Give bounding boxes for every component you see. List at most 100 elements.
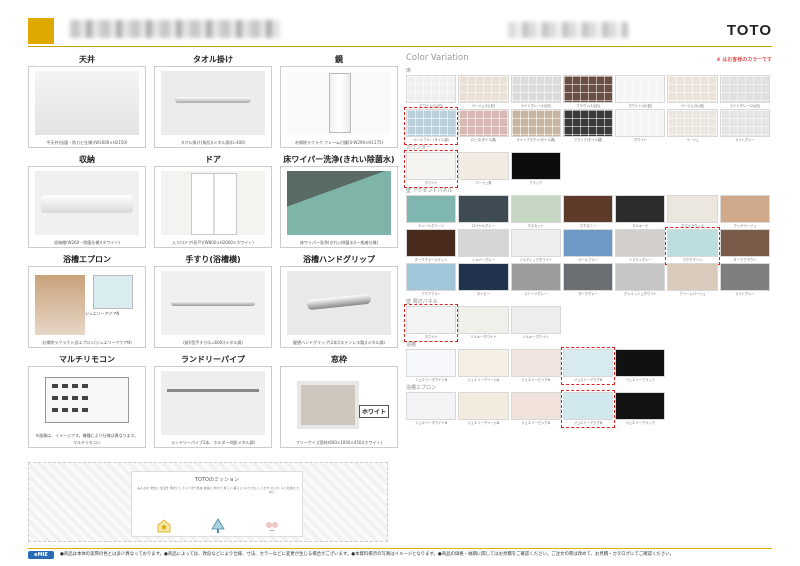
color-swatch: ホワイトウッド (667, 195, 718, 229)
product-title: 浴槽エプロン (63, 255, 111, 264)
color-swatch: ミルキーホワイト (458, 306, 509, 340)
color-variation-panel: Color Variation ※ はお客様のカラーです 床ホワイト(1)(旧)… (403, 50, 772, 428)
swatch-color (458, 263, 509, 291)
color-swatch: ホワイト(1)(旧) (406, 75, 457, 109)
product-title: マルチリモコン (59, 355, 115, 364)
product-title: 天井 (79, 55, 95, 64)
swatch-color (510, 392, 561, 420)
color-swatch: ホワイト (615, 109, 666, 143)
swatch-row: ジュエリーホワイトN ジュエリークリームN ジュエリーピンクN ジュエリーアクアN ジュ… (406, 390, 772, 428)
swatch-name: ジュエリーアクアN (573, 378, 603, 382)
product-photo (161, 71, 265, 135)
product-card: 窓枠 ホワイト フリーサイズ窓枠(600×1000×450)(ホワイト) (280, 354, 398, 450)
product-caption: 入り口ドア(折戸)(W800×H2000×ホワイト) (172, 240, 254, 245)
swatch-color (667, 109, 718, 137)
color-swatch: ベージュ系 (458, 152, 509, 186)
color-swatch: ライトブラウン(タイル調) (510, 109, 561, 143)
color-swatch: ホワイト (403, 304, 459, 342)
swatch-color (615, 263, 666, 291)
swatch-name: ジュエリーアクアN (573, 421, 603, 425)
footer-disclaimer: ●商品は本体の実際の色とは多少異なっております。●商品によっては、改良などにより… (60, 552, 674, 557)
mission-card: TOTOのミッション みんなの 文化に 生活を 豊かにしていく まだ見ぬ 快適に… (131, 471, 303, 537)
product-caption: マルチリモコン (73, 440, 101, 445)
product-note: ※画像は、イメージです。機種により仕様は異なります。 (35, 433, 139, 438)
swatch-color (719, 109, 771, 137)
product-card: 収納 収納棚(W260・除菌仕様)(ホワイト) (28, 154, 146, 250)
product-image-frame: 入り口ドア(折戸)(W800×H2000×ホワイト) (154, 166, 272, 248)
blurred-title (70, 20, 280, 38)
product-photo (35, 71, 139, 135)
product-caption: 握望ハンドグリップ(2本)(ステンレス製)(メタル調) (293, 340, 385, 345)
product-caption: 収納棚(W260・除菌仕様)(ホワイト) (54, 240, 120, 245)
swatch-name: ジュエリーピンクN (521, 378, 551, 382)
color-swatch: クリームベージュ (667, 263, 718, 297)
mission-title: TOTOのミッション (195, 477, 239, 483)
brand-accent-square (28, 18, 54, 44)
product-card: 天井平天井(抗菌・防カビ仕様)(W1600×H2150) (28, 54, 146, 150)
product-card: 浴槽ハンドグリップ 握望ハンドグリップ(2本)(ステンレス製)(メタル調) (280, 254, 398, 350)
swatch-color (615, 392, 666, 420)
product-caption: 平天井(抗菌・防カビ仕様)(W1600×H2150) (46, 140, 128, 145)
swatch-color (458, 152, 509, 180)
page-footer: eMIE ●商品は本体の実際の色とは多少異なっております。●商品によっては、改良… (28, 548, 772, 560)
swatch-name: ローズ(タイル調) (470, 138, 497, 142)
swatch-name: ジュエリーホワイトN (415, 421, 448, 425)
product-title: ドア (205, 155, 221, 164)
product-title: 鏡 (335, 55, 343, 64)
product-card: 鏡お掃除ラクラク フレーム付鏡(S-W290×H1175) (280, 54, 398, 150)
color-section-label: 床 (406, 68, 412, 74)
color-swatch: ブラウン(1)(旧) (562, 75, 614, 109)
product-title: ランドリーパイプ (181, 355, 245, 364)
color-swatch: ジュエリーアクアN (560, 347, 616, 385)
swatch-color (510, 263, 561, 291)
swatch-color (615, 229, 666, 257)
color-swatch: ジュエリーブラック (615, 392, 666, 426)
mission-text: みんなの 文化に 生活を 豊かにしていく (137, 486, 191, 490)
swatch-name: ホワイト (633, 138, 647, 142)
swatch-color (510, 75, 561, 103)
swatch-color (562, 75, 614, 103)
swatch-color (406, 109, 457, 137)
product-image-frame: 握望ハンドグリップ(2本)(ステンレス製)(メタル調) (280, 266, 398, 348)
swatch-color (562, 349, 614, 377)
color-section-label: 壁 周辺パネル (406, 299, 438, 305)
color-swatch: ライトグレー(1)(旧) (510, 75, 561, 109)
product-card: 床ワイパー洗浄(きれい除菌水) 床ワイパー洗浄(きれい除菌水)(一般者仕様) (280, 154, 398, 250)
color-swatch: ブラック (510, 152, 561, 186)
color-swatch: ライトグレー(2)(旧) (719, 75, 771, 109)
swatch-name: ネイビー (476, 292, 491, 296)
color-swatch: アクアブルー (406, 263, 457, 297)
color-variation-title: Color Variation (406, 53, 469, 63)
selection-note: ※ はお客様のカラーです (716, 57, 772, 63)
swatch-row: ホワイト ミルキーホワイト シルキーホワイト (403, 304, 772, 342)
product-variant-label: ジュエリーアクアN (85, 311, 120, 316)
product-photo (35, 371, 139, 435)
swatch-color (562, 195, 614, 223)
product-photo (287, 371, 391, 435)
color-section-label: 浴槽 (406, 342, 417, 348)
color-swatch: ライトグレー (719, 109, 771, 143)
swatch-name: ベージュ系 (475, 181, 492, 185)
product-image-frame: ジュエリーアクアN お掃除ラクラク入浴エプロン(ジュエリーアクアN) (28, 266, 146, 348)
header-divider (28, 46, 772, 47)
product-image-frame: ※画像は、イメージです。機種により仕様は異なります。 マルチリモコン (28, 366, 146, 448)
product-caption: タオル掛け(角形)(メタル調)(L-400) (180, 140, 246, 145)
color-swatch: アクアマリン (665, 227, 720, 265)
swatch-name: ホワイト (424, 335, 438, 339)
product-photo (287, 171, 391, 235)
product-title: 床ワイパー洗浄(きれい除菌水) (283, 155, 395, 164)
product-photo (287, 71, 391, 135)
color-swatch: ライトグレー (719, 263, 771, 297)
product-card: 手すり(浴槽横) (縦)I型手すり(L=600)(メタル調) (154, 254, 272, 350)
color-swatch: ジュエリーピンクN (510, 349, 561, 383)
swatch-name: ジュエリーブラック (625, 421, 655, 425)
color-swatch: ダークグレー (562, 263, 614, 297)
color-swatch: ジュエリークリームN (458, 349, 509, 383)
swatch-color (406, 195, 457, 223)
swatch-name: クリームベージュ (679, 292, 706, 296)
swatch-row: ダークウォールナット シルバーグレー ノルディックホワイト ペールブルー ミスティグレー… (406, 227, 772, 265)
color-variation-header: Color Variation ※ はお客様のカラーです (406, 50, 772, 66)
color-swatch: ジュエリークリームN (458, 392, 509, 426)
product-title: タオル掛け (193, 55, 233, 64)
swatch-color (562, 263, 614, 291)
